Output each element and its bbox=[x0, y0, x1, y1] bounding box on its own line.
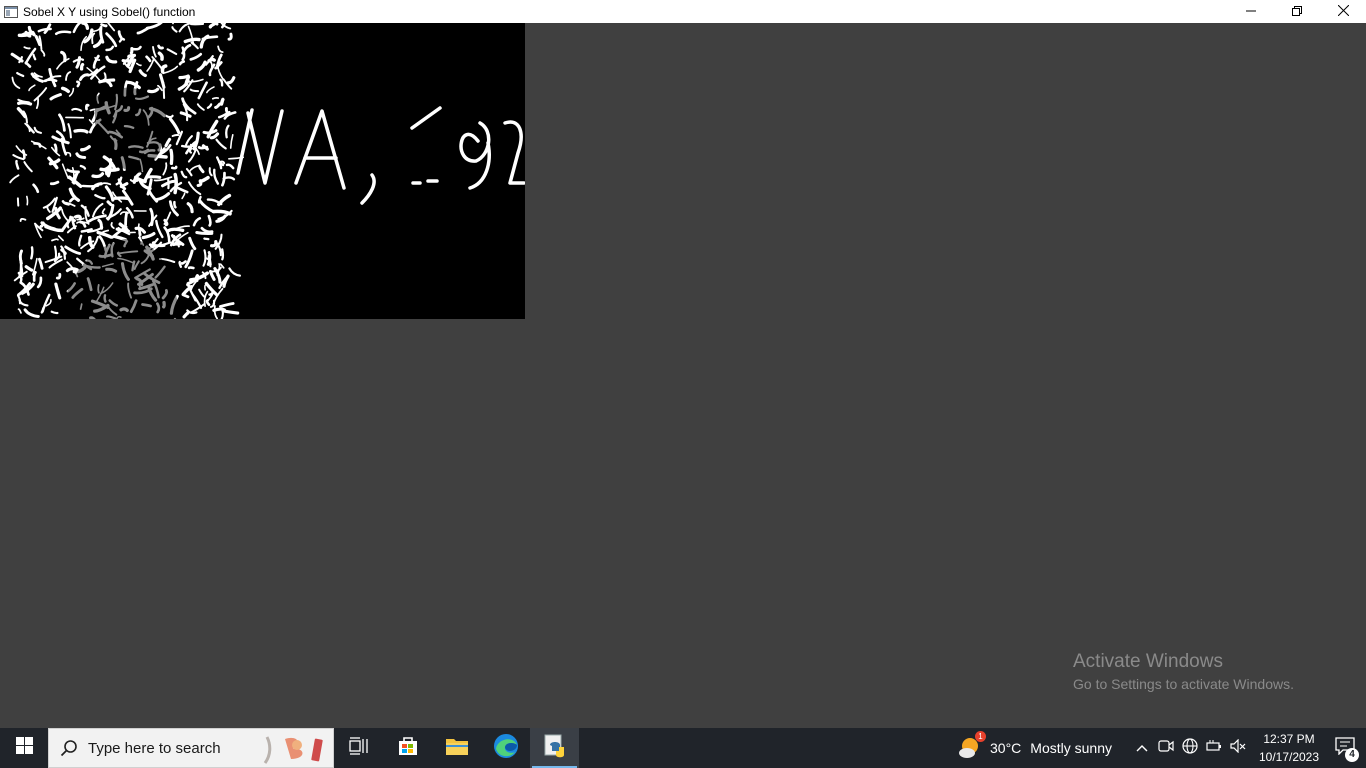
store-icon bbox=[396, 734, 420, 763]
volume-button[interactable] bbox=[1226, 728, 1250, 768]
window-titlebar[interactable]: Sobel X Y using Sobel() function bbox=[0, 0, 1366, 23]
chevron-up-icon bbox=[1136, 739, 1148, 757]
close-button[interactable] bbox=[1320, 0, 1366, 23]
start-button[interactable] bbox=[0, 728, 48, 768]
window-title: Sobel X Y using Sobel() function bbox=[23, 4, 196, 19]
edge-icon bbox=[493, 733, 519, 764]
activate-subtitle: Go to Settings to activate Windows. bbox=[1073, 676, 1294, 692]
weather-description: Mostly sunny bbox=[1030, 740, 1112, 756]
folder-icon bbox=[445, 736, 469, 761]
edge-button[interactable] bbox=[481, 728, 530, 768]
notification-count: 4 bbox=[1345, 748, 1359, 762]
battery-button[interactable] bbox=[1202, 728, 1226, 768]
activate-windows-watermark: Activate Windows Go to Settings to activ… bbox=[1073, 650, 1294, 695]
python-app-button[interactable] bbox=[530, 728, 579, 768]
taskbar: Type here to search 1 30°C Mostly sunny … bbox=[0, 728, 1366, 768]
search-icon bbox=[59, 738, 79, 758]
globe-icon bbox=[1182, 737, 1198, 759]
edge-image-content bbox=[0, 13, 526, 337]
window-controls bbox=[1228, 0, 1366, 23]
meet-now-icon bbox=[1158, 739, 1174, 758]
clock-time: 12:37 PM bbox=[1263, 732, 1315, 746]
microsoft-store-button[interactable] bbox=[383, 728, 432, 768]
clock-date: 10/17/2023 bbox=[1258, 750, 1320, 764]
weather-temperature: 30°C bbox=[990, 740, 1022, 756]
windows-logo-icon bbox=[15, 737, 33, 759]
sun-cloud-icon: 1 bbox=[958, 731, 987, 760]
meet-now-button[interactable] bbox=[1154, 728, 1178, 768]
search-placeholder: Type here to search bbox=[88, 739, 221, 757]
task-view-button[interactable] bbox=[334, 728, 383, 768]
minimize-button[interactable] bbox=[1228, 0, 1274, 23]
volume-muted-icon bbox=[1230, 738, 1246, 758]
weather-badge: 1 bbox=[975, 731, 987, 742]
show-hidden-icons-button[interactable] bbox=[1130, 728, 1154, 768]
restore-button[interactable] bbox=[1274, 0, 1320, 23]
restore-icon bbox=[1292, 3, 1302, 21]
clock[interactable]: 12:37 PM 10/17/2023 bbox=[1254, 730, 1324, 766]
action-center-button[interactable]: 4 bbox=[1324, 728, 1366, 768]
task-view-icon bbox=[348, 736, 369, 760]
close-icon bbox=[1337, 3, 1349, 21]
battery-plug-icon bbox=[1206, 739, 1222, 757]
taskbar-search-box[interactable]: Type here to search bbox=[48, 728, 334, 768]
search-highlight-art bbox=[263, 736, 323, 764]
app-window-icon bbox=[3, 4, 19, 20]
file-explorer-button[interactable] bbox=[432, 728, 481, 768]
sobel-edge-image bbox=[0, 13, 526, 337]
network-button[interactable] bbox=[1178, 728, 1202, 768]
system-tray: 1 30°C Mostly sunny 12:37 PM 10/17/2023 … bbox=[958, 728, 1366, 768]
weather-widget[interactable]: 1 30°C Mostly sunny bbox=[958, 731, 1112, 760]
python-icon bbox=[542, 733, 568, 764]
activate-title: Activate Windows bbox=[1073, 651, 1223, 672]
minimize-icon bbox=[1246, 3, 1256, 21]
